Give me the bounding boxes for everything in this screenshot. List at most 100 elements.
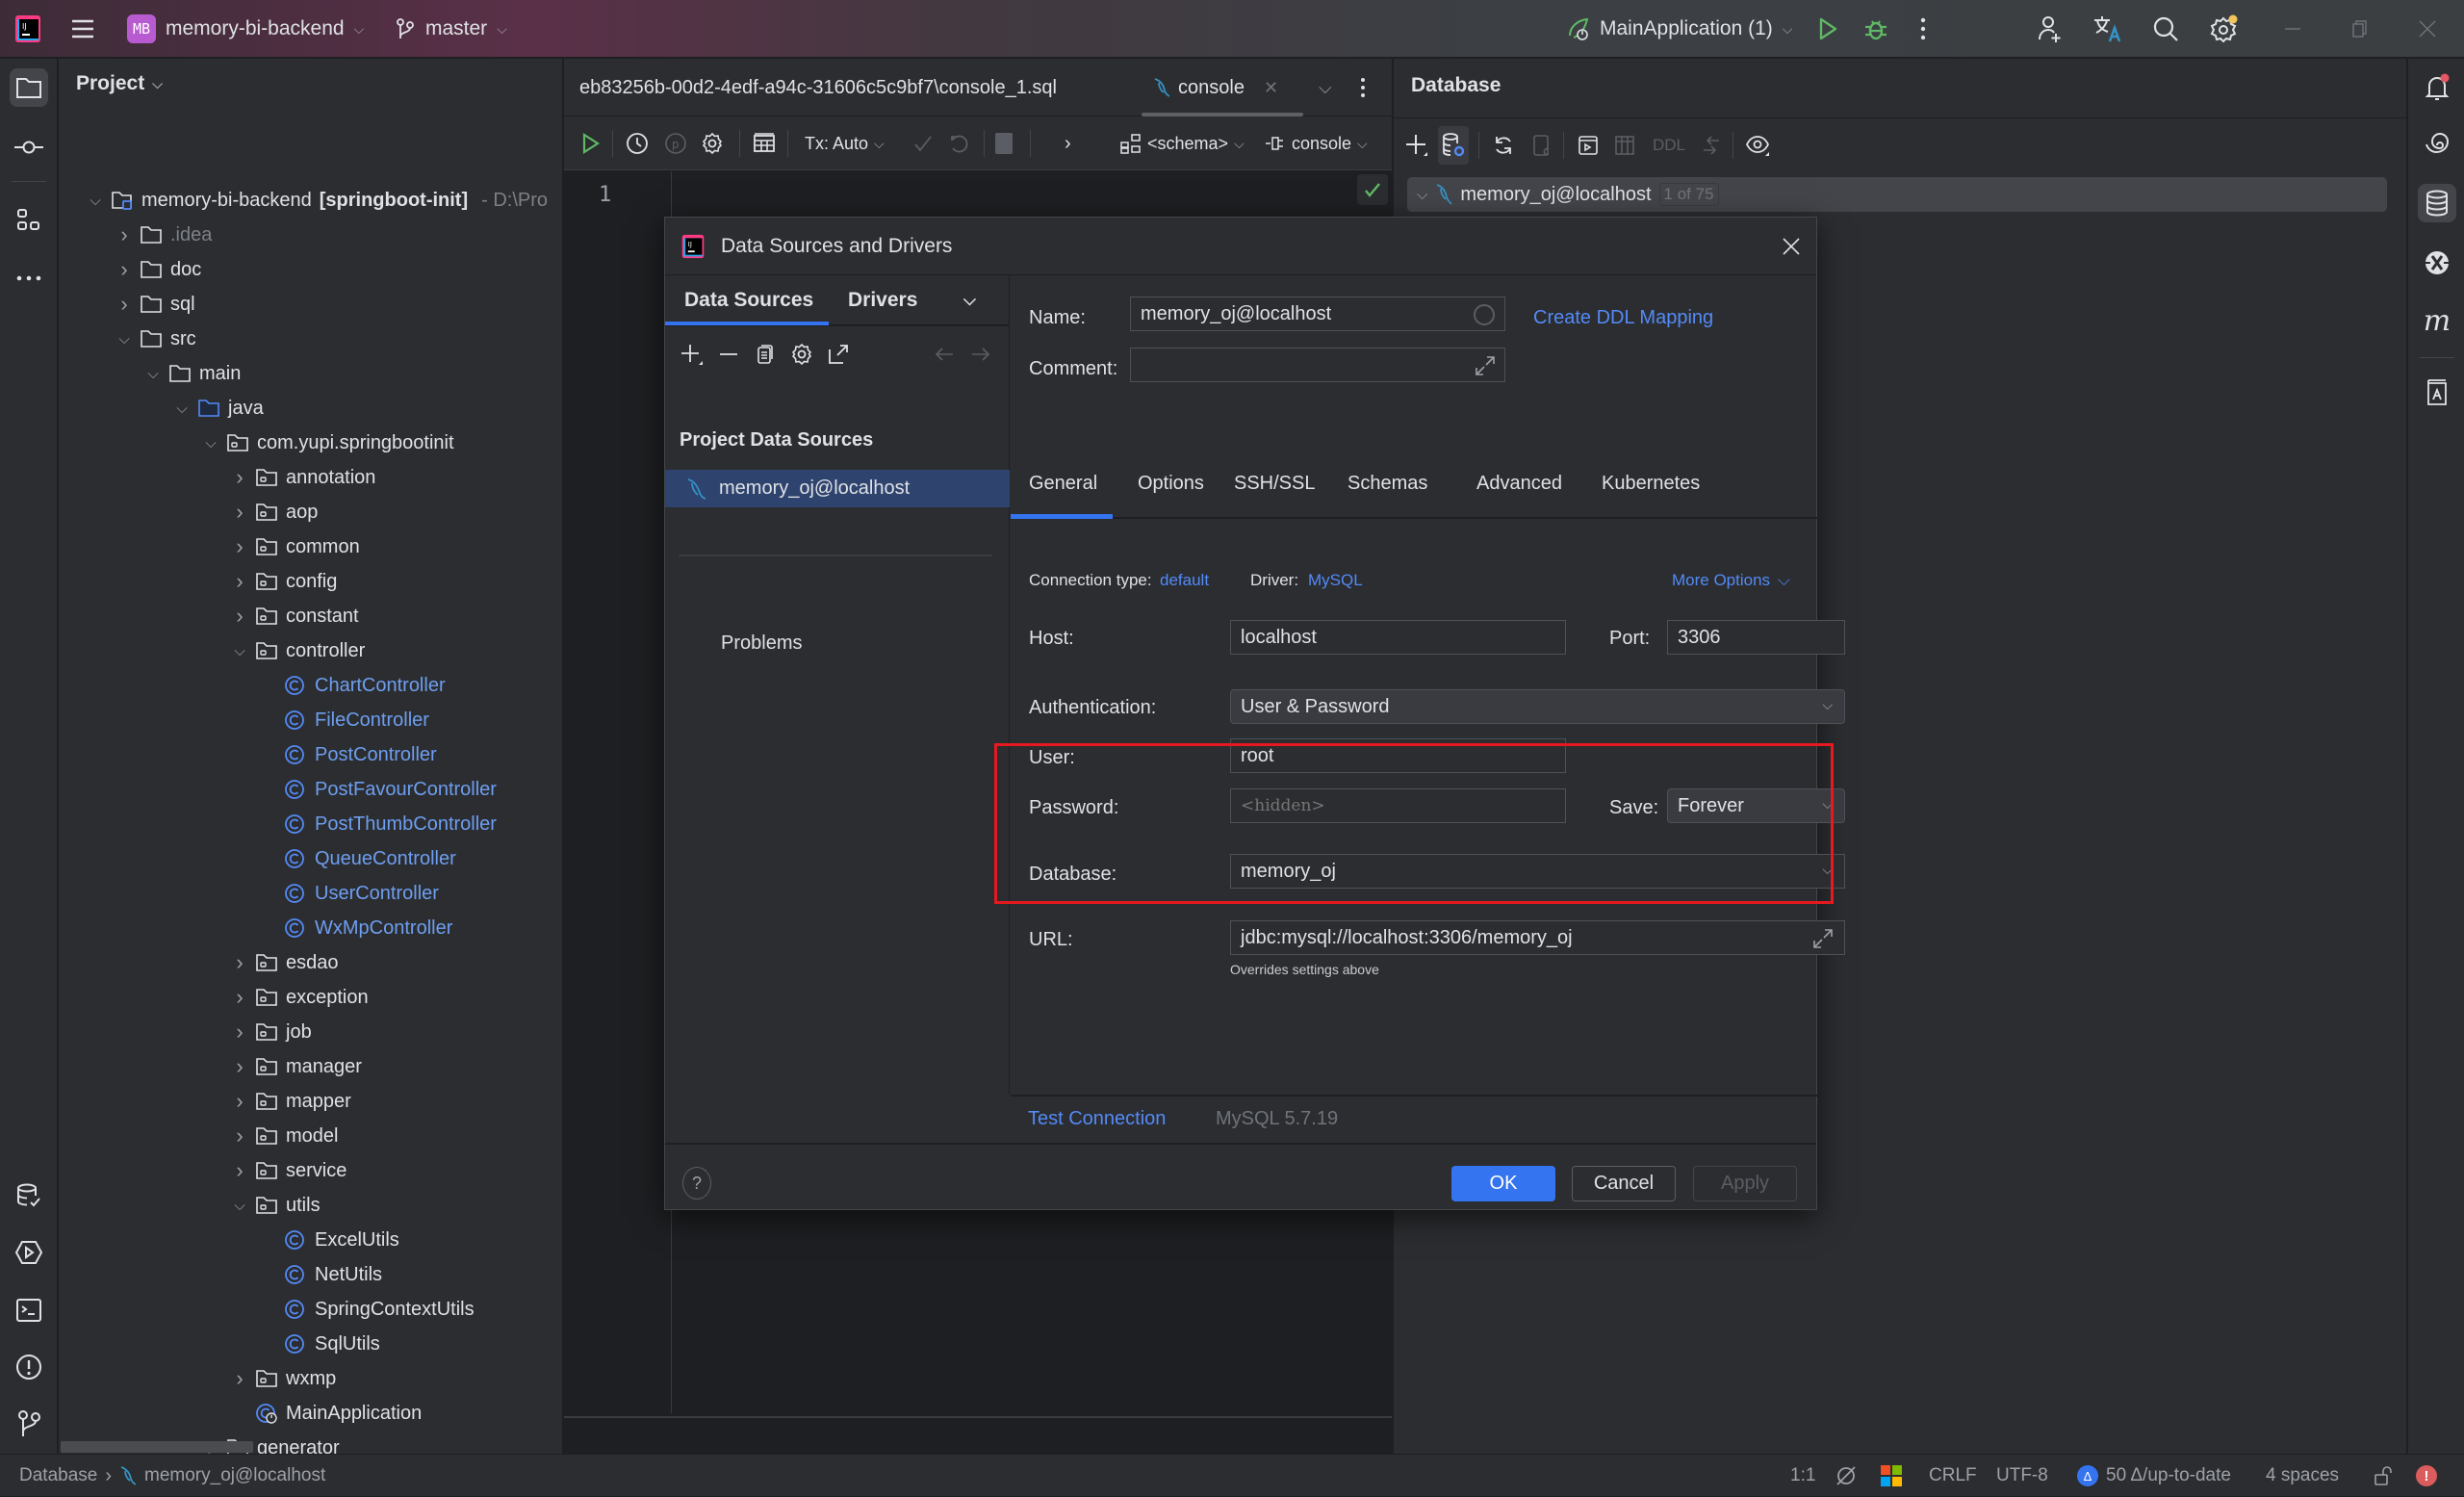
ai-assistant-button[interactable] xyxy=(2418,126,2456,165)
chevron-down-icon[interactable]: ⌵ xyxy=(1417,187,1427,203)
chevron-right-icon[interactable]: › xyxy=(230,985,249,1010)
tree-item[interactable]: › service xyxy=(230,1153,346,1188)
tree-item[interactable]: › annotation xyxy=(230,460,375,495)
tab-general[interactable]: General xyxy=(1029,464,1097,503)
chevron-right-icon[interactable]: › xyxy=(230,534,249,559)
test-connection-link[interactable]: Test Connection xyxy=(1028,1108,1166,1130)
notifications-button[interactable] xyxy=(2418,68,2456,107)
chevron-right-icon[interactable]: › xyxy=(230,465,249,490)
chevron-right-icon[interactable]: › xyxy=(230,1054,249,1079)
make-global-button[interactable] xyxy=(825,341,852,368)
chevron-down-icon[interactable]: ⌵ xyxy=(230,1198,249,1214)
project-view-selector[interactable]: Project ⌵ xyxy=(76,72,163,95)
chevron-right-icon[interactable]: › xyxy=(230,1089,249,1114)
tree-item[interactable]: › exception xyxy=(230,980,368,1015)
tab-console-1-sql[interactable]: eb83256b-00d2-4edf-a94c-31606c5c9bf7\con… xyxy=(579,59,1057,116)
tree-item[interactable]: › constant xyxy=(230,599,358,633)
project-tool-button[interactable] xyxy=(10,68,48,107)
tree-item[interactable]: WxMpController xyxy=(259,911,452,945)
tree-item[interactable]: SqlUtils xyxy=(259,1327,380,1361)
tree-item[interactable]: ⌵ java xyxy=(172,391,263,426)
chevron-right-icon[interactable]: › xyxy=(230,1123,249,1149)
run-config-selector[interactable]: MainApplication (1) ⌵ xyxy=(1567,0,1792,58)
tree-item[interactable]: › config xyxy=(230,564,337,599)
caret-position[interactable]: 1:1 xyxy=(1790,1455,1815,1497)
inspection-status[interactable] xyxy=(1357,174,1388,205)
settings-button[interactable] xyxy=(2210,0,2239,58)
expand-icon[interactable] xyxy=(1811,927,1835,950)
chevron-down-icon[interactable]: ⌵ xyxy=(201,435,220,452)
chevron-right-icon[interactable]: › xyxy=(115,257,134,282)
result-view-button[interactable] xyxy=(753,116,776,170)
problems-tool-button[interactable] xyxy=(10,1348,48,1386)
structure-tool-button[interactable] xyxy=(10,201,48,240)
tab-kubernetes[interactable]: Kubernetes xyxy=(1602,464,1700,503)
tree-item[interactable]: › wxmp xyxy=(230,1361,336,1396)
tree-item[interactable]: › esdao xyxy=(230,945,338,980)
close-window-button[interactable] xyxy=(2418,0,2437,58)
tab-drivers[interactable]: Drivers xyxy=(848,275,917,325)
expand-icon[interactable] xyxy=(1474,354,1497,377)
readonly-toggle[interactable] xyxy=(2374,1455,2393,1497)
tab-options[interactable]: Options xyxy=(1138,464,1204,503)
tree-item[interactable]: › doc xyxy=(115,252,201,287)
git-tool-button[interactable] xyxy=(10,1405,48,1443)
run-button[interactable] xyxy=(1817,0,1838,58)
tab-ssh-ssl[interactable]: SSH/SSL xyxy=(1234,464,1315,503)
tree-item[interactable]: ⌵ com.yupi.springbootinit xyxy=(201,426,453,460)
cancel-button[interactable]: Cancel xyxy=(1572,1166,1676,1201)
data-source-item[interactable]: memory_oj@localhost xyxy=(665,470,1010,507)
tree-item[interactable]: QueueController xyxy=(259,841,456,876)
more-options-link[interactable]: More Options ⌵ xyxy=(1672,571,1790,590)
project-switcher[interactable]: MB memory-bi-backend ⌵ xyxy=(127,0,364,58)
chevron-down-icon[interactable]: ⌵ xyxy=(115,331,134,348)
tab-advanced[interactable]: Advanced xyxy=(1476,464,1562,503)
tab-console[interactable]: console ✕ xyxy=(1153,59,1278,116)
tree-item[interactable]: ⌵ controller xyxy=(230,633,365,668)
tree-item[interactable]: NetUtils xyxy=(259,1257,382,1292)
maven-tool-button[interactable]: m xyxy=(2418,301,2456,340)
left-tabs-overflow[interactable]: ⌵ xyxy=(963,275,976,325)
datasource-node[interactable]: ⌵ memory_oj@localhost 1 of 75 xyxy=(1407,177,2387,212)
database-tool-button[interactable] xyxy=(2418,184,2456,222)
problems-item[interactable]: Problems xyxy=(721,632,802,655)
url-field[interactable]: jdbc:mysql://localhost:3306/memory_oj xyxy=(1230,920,1845,955)
chevron-right-icon[interactable]: › xyxy=(230,569,249,594)
chevron-down-icon[interactable]: ⌵ xyxy=(143,366,163,382)
host-field[interactable]: localhost xyxy=(1230,620,1566,655)
refresh-button[interactable] xyxy=(1488,130,1519,161)
tree-item[interactable]: › sql xyxy=(115,287,194,322)
chevron-right-icon[interactable]: › xyxy=(230,1366,249,1391)
branch-switcher[interactable]: master ⌵ xyxy=(395,0,507,58)
chevron-right-icon[interactable]: › xyxy=(230,604,249,629)
schema-selector[interactable]: <schema> ⌵ xyxy=(1120,116,1245,170)
database-changes-tool-button[interactable] xyxy=(10,1176,48,1215)
search-everywhere-button[interactable] xyxy=(2152,0,2179,58)
terminal-tool-button[interactable] xyxy=(10,1291,48,1329)
breadcrumb-item[interactable]: Database xyxy=(19,1465,97,1486)
history-button[interactable] xyxy=(626,116,649,170)
tab-schemas[interactable]: Schemas xyxy=(1348,464,1427,503)
code-with-me-button[interactable] xyxy=(2037,0,2064,58)
tree-item[interactable]: › manager xyxy=(230,1049,362,1084)
dialog-close-button[interactable] xyxy=(1780,235,1803,258)
tree-item[interactable]: ChartController xyxy=(259,668,446,703)
driver-link[interactable]: MySQL xyxy=(1308,571,1363,590)
translate-button[interactable] xyxy=(2092,0,2123,58)
comment-field[interactable] xyxy=(1130,348,1505,382)
close-tab-icon[interactable]: ✕ xyxy=(1264,78,1278,98)
tree-item[interactable]: › mapper xyxy=(230,1084,350,1119)
datasource-properties-button[interactable] xyxy=(1438,126,1469,165)
ok-button[interactable]: OK xyxy=(1451,1166,1555,1201)
tree-item[interactable]: › model xyxy=(230,1119,338,1153)
more-actions-button[interactable] xyxy=(1919,0,1927,58)
create-ddl-mapping-link[interactable]: Create DDL Mapping xyxy=(1533,307,1713,329)
encoding-selector[interactable]: UTF-8 xyxy=(1996,1455,2048,1497)
services-tool-button[interactable] xyxy=(10,1233,48,1272)
console-settings-button[interactable] xyxy=(701,116,724,170)
tab-data-sources[interactable]: Data Sources xyxy=(684,275,813,325)
help-button[interactable]: ? xyxy=(682,1167,711,1200)
authentication-select[interactable]: User & Password ⌵ xyxy=(1230,689,1845,724)
session-selector[interactable]: console ⌵ xyxy=(1265,116,1368,170)
main-menu-icon[interactable] xyxy=(69,0,96,58)
